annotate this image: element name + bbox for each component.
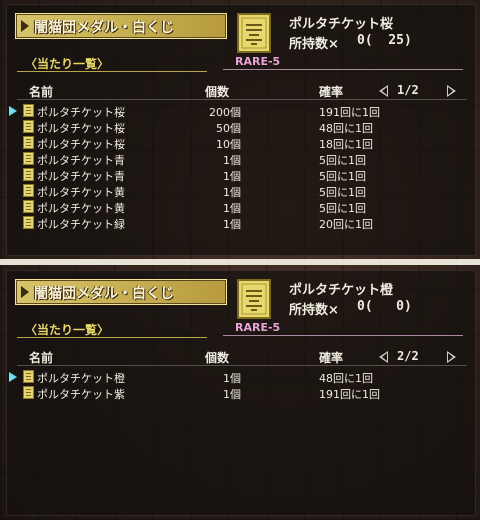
prize-name: ポルタチケット桜: [37, 106, 125, 119]
prize-list-title: 〈当たり一覧〉: [25, 323, 110, 337]
list-title-underline: [17, 71, 207, 72]
lottery-panel-page-2: 闇猫団メダル・白くじ ポルタチケット橙 所持数× 0( 0) RARE-5 〈当…: [6, 270, 476, 516]
ticket-icon: [23, 168, 34, 181]
screenshot-divider: [0, 259, 480, 265]
triangle-left-icon[interactable]: [379, 351, 388, 363]
cursor-arrow-icon: [9, 372, 17, 382]
triangle-left-icon[interactable]: [379, 85, 388, 97]
column-header-rate: 確率: [319, 351, 344, 365]
prize-rate: 20回に1回: [319, 218, 373, 231]
column-header-name: 名前: [29, 85, 54, 99]
lottery-title: 闇猫団メダル・白くじ: [34, 286, 174, 302]
page-indicator: 1/2: [397, 83, 419, 97]
ticket-icon: [23, 184, 34, 197]
column-header-name: 名前: [29, 351, 54, 365]
triangle-right-icon[interactable]: [447, 351, 456, 363]
prize-count: 10個: [216, 138, 241, 151]
ticket-icon: [23, 216, 34, 229]
header-divider: [17, 365, 467, 366]
prize-rate: 48回に1回: [319, 372, 373, 385]
prize-list: ポルタチケット橙 1個 48回に1回 ポルタチケット紫 1個 191回に1回: [7, 369, 475, 401]
prize-name: ポルタチケット青: [37, 170, 125, 183]
prize-list: ポルタチケット桜 200個 191回に1回 ポルタチケット桜 50個 48回に1…: [7, 103, 475, 231]
prize-name: ポルタチケット黄: [37, 202, 125, 215]
cursor-arrow-icon: [9, 106, 17, 116]
ticket-icon: [23, 136, 34, 149]
prize-name: ポルタチケット桜: [37, 122, 125, 135]
prize-count: 1個: [223, 218, 241, 231]
prize-count: 1個: [223, 170, 241, 183]
ticket-icon: [237, 13, 271, 53]
prize-count: 200個: [209, 106, 241, 119]
rarity-label: RARE-5: [235, 55, 281, 68]
prize-row[interactable]: ポルタチケット桜 200個 191回に1回: [7, 103, 475, 119]
prize-row[interactable]: ポルタチケット青 1個 5回に1回: [7, 151, 475, 167]
prize-row[interactable]: ポルタチケット青 1個 5回に1回: [7, 167, 475, 183]
prize-row[interactable]: ポルタチケット黄 1個 5回に1回: [7, 199, 475, 215]
prize-rate: 5回に1回: [319, 202, 366, 215]
prize-count: 1個: [223, 186, 241, 199]
selected-item-name: ポルタチケット桜: [289, 17, 394, 32]
prize-rate: 5回に1回: [319, 170, 366, 183]
title-banner: 闇猫団メダル・白くじ: [15, 13, 227, 39]
banner-triangle-icon: [21, 286, 29, 298]
prize-row[interactable]: ポルタチケット橙 1個 48回に1回: [7, 369, 475, 385]
ticket-icon: [237, 279, 271, 319]
prize-name: ポルタチケット緑: [37, 218, 125, 231]
prize-rate: 5回に1回: [319, 186, 366, 199]
rarity-underline: [223, 69, 463, 70]
owned-label: 所持数×: [289, 303, 339, 318]
owned-value: 0( 25): [357, 33, 412, 48]
ticket-icon: [23, 104, 34, 117]
prize-name: ポルタチケット紫: [37, 388, 125, 401]
ticket-icon: [23, 200, 34, 213]
prize-count: 1個: [223, 388, 241, 401]
prize-rate: 48回に1回: [319, 122, 373, 135]
owned-label: 所持数×: [289, 37, 339, 52]
prize-row[interactable]: ポルタチケット桜 10個 18回に1回: [7, 135, 475, 151]
column-header-count: 個数: [205, 85, 230, 99]
prize-count: 50個: [216, 122, 241, 135]
prize-name: ポルタチケット橙: [37, 372, 125, 385]
ticket-icon: [23, 386, 34, 399]
prize-rate: 5回に1回: [319, 154, 366, 167]
prize-count: 1個: [223, 372, 241, 385]
title-banner: 闇猫団メダル・白くじ: [15, 279, 227, 305]
column-header-count: 個数: [205, 351, 230, 365]
ticket-icon: [23, 370, 34, 383]
triangle-right-icon[interactable]: [447, 85, 456, 97]
rarity-underline: [223, 335, 463, 336]
header-divider: [17, 99, 467, 100]
owned-value: 0( 0): [357, 299, 412, 314]
prize-rate: 18回に1回: [319, 138, 373, 151]
ticket-icon: [23, 120, 34, 133]
selected-item-name: ポルタチケット橙: [289, 283, 394, 298]
banner-triangle-icon: [21, 20, 29, 32]
prize-row[interactable]: ポルタチケット桜 50個 48回に1回: [7, 119, 475, 135]
prize-row[interactable]: ポルタチケット黄 1個 5回に1回: [7, 183, 475, 199]
prize-list-title: 〈当たり一覧〉: [25, 57, 110, 71]
column-header-rate: 確率: [319, 85, 344, 99]
prize-name: ポルタチケット桜: [37, 138, 125, 151]
lottery-panel-page-1: 闇猫団メダル・白くじ ポルタチケット桜 所持数× 0( 25) RARE-5 〈…: [6, 4, 476, 256]
rarity-label: RARE-5: [235, 321, 281, 334]
page-indicator: 2/2: [397, 349, 419, 363]
prize-name: ポルタチケット黄: [37, 186, 125, 199]
lottery-title: 闇猫団メダル・白くじ: [34, 20, 174, 36]
prize-name: ポルタチケット青: [37, 154, 125, 167]
prize-row[interactable]: ポルタチケット緑 1個 20回に1回: [7, 215, 475, 231]
prize-row[interactable]: ポルタチケット紫 1個 191回に1回: [7, 385, 475, 401]
prize-count: 1個: [223, 202, 241, 215]
prize-count: 1個: [223, 154, 241, 167]
prize-rate: 191回に1回: [319, 388, 380, 401]
ticket-icon: [23, 152, 34, 165]
prize-rate: 191回に1回: [319, 106, 380, 119]
list-title-underline: [17, 337, 207, 338]
